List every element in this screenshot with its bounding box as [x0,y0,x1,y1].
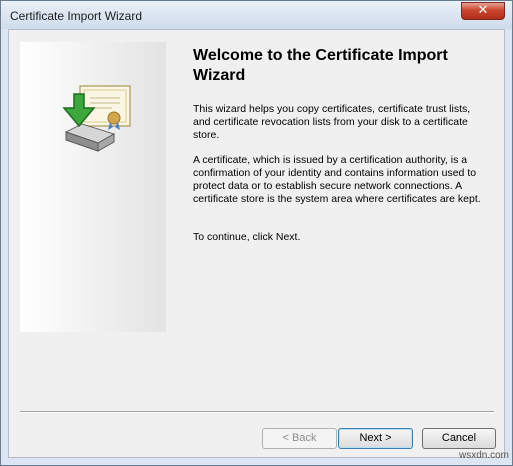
wizard-side-panel [20,42,166,332]
intro-paragraph: This wizard helps you copy certificates,… [193,103,471,141]
wizard-window: Certificate Import Wizard ✕ Welcome to t… [0,0,513,466]
back-button[interactable]: < Back [262,428,337,449]
close-button[interactable]: ✕ [461,2,505,20]
wizard-content: Welcome to the Certificate Import Wizard… [8,29,505,458]
watermark-text: wsxdn.com [459,450,510,461]
certificate-import-icon [62,85,131,152]
close-icon: ✕ [477,3,489,18]
button-divider [20,411,494,413]
certificate-description: A certificate, which is issued by a cert… [193,154,481,205]
cancel-button[interactable]: Cancel [422,428,496,449]
title-bar[interactable]: Certificate Import Wizard ✕ [1,1,512,29]
next-button[interactable]: Next > [338,428,413,449]
window-title: Certificate Import Wizard [10,9,143,23]
continue-instruction: To continue, click Next. [193,231,301,243]
page-title: Welcome to the Certificate Import Wizard [193,47,448,84]
